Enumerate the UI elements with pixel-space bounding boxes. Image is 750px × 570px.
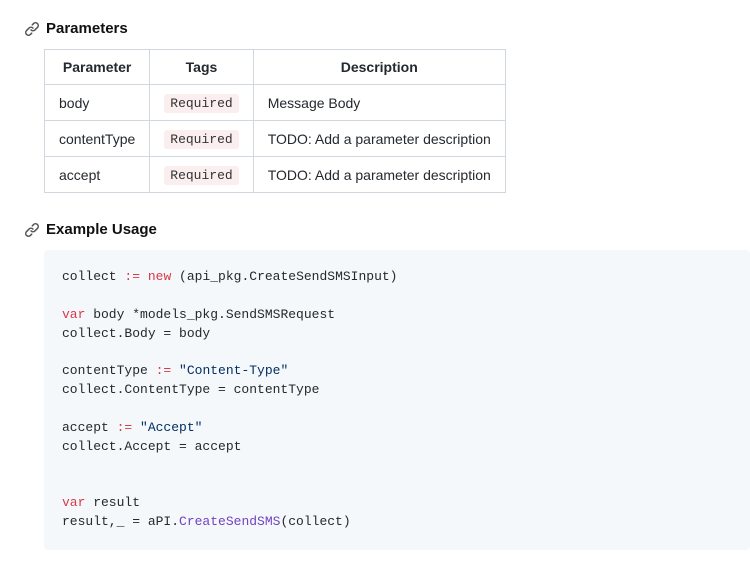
cell-param: body [45, 85, 150, 121]
code-op: := [156, 363, 172, 378]
cell-tag: Required [150, 121, 253, 157]
link-icon [24, 21, 40, 37]
required-tag: Required [164, 130, 238, 149]
code-text: result,_ = aPI. [62, 514, 179, 529]
code-kw: var [62, 307, 85, 322]
parameters-table: Parameter Tags Description body Required… [44, 49, 506, 193]
code-text [132, 420, 140, 435]
table-row: accept Required TODO: Add a parameter de… [45, 157, 506, 193]
code-text: (api_pkg.CreateSendSMSInput) [171, 269, 397, 284]
code-kw: var [62, 495, 85, 510]
cell-param: accept [45, 157, 150, 193]
parameters-heading: Parameters [24, 20, 750, 37]
example-heading: Example Usage [24, 221, 750, 238]
cell-desc: TODO: Add a parameter description [253, 157, 505, 193]
code-text: contentType [62, 363, 156, 378]
code-block: collect := new (api_pkg.CreateSendSMSInp… [44, 250, 750, 550]
code-text: collect.ContentType = contentType [62, 382, 319, 397]
table-header-row: Parameter Tags Description [45, 50, 506, 85]
required-tag: Required [164, 94, 238, 113]
table-row: contentType Required TODO: Add a paramet… [45, 121, 506, 157]
col-tags: Tags [150, 50, 253, 85]
code-str: "Content-Type" [179, 363, 288, 378]
cell-tag: Required [150, 157, 253, 193]
cell-tag: Required [150, 85, 253, 121]
cell-desc: TODO: Add a parameter description [253, 121, 505, 157]
cell-param: contentType [45, 121, 150, 157]
code-op: := [124, 269, 140, 284]
link-icon [24, 222, 40, 238]
code-text: result [85, 495, 140, 510]
table-row: body Required Message Body [45, 85, 506, 121]
code-str: "Accept" [140, 420, 202, 435]
parameters-title: Parameters [46, 20, 128, 37]
col-desc: Description [253, 50, 505, 85]
code-text: (collect) [280, 514, 350, 529]
code-kw: new [148, 269, 171, 284]
example-title: Example Usage [46, 221, 157, 238]
col-parameter: Parameter [45, 50, 150, 85]
code-text: accept [62, 420, 117, 435]
code-text: collect [62, 269, 124, 284]
code-text: body *models_pkg.SendSMSRequest [85, 307, 335, 322]
required-tag: Required [164, 166, 238, 185]
code-op: := [117, 420, 133, 435]
cell-desc: Message Body [253, 85, 505, 121]
code-fn: CreateSendSMS [179, 514, 280, 529]
code-text: collect.Body = body [62, 326, 210, 341]
code-text [171, 363, 179, 378]
code-text: collect.Accept = accept [62, 439, 241, 454]
code-text [140, 269, 148, 284]
